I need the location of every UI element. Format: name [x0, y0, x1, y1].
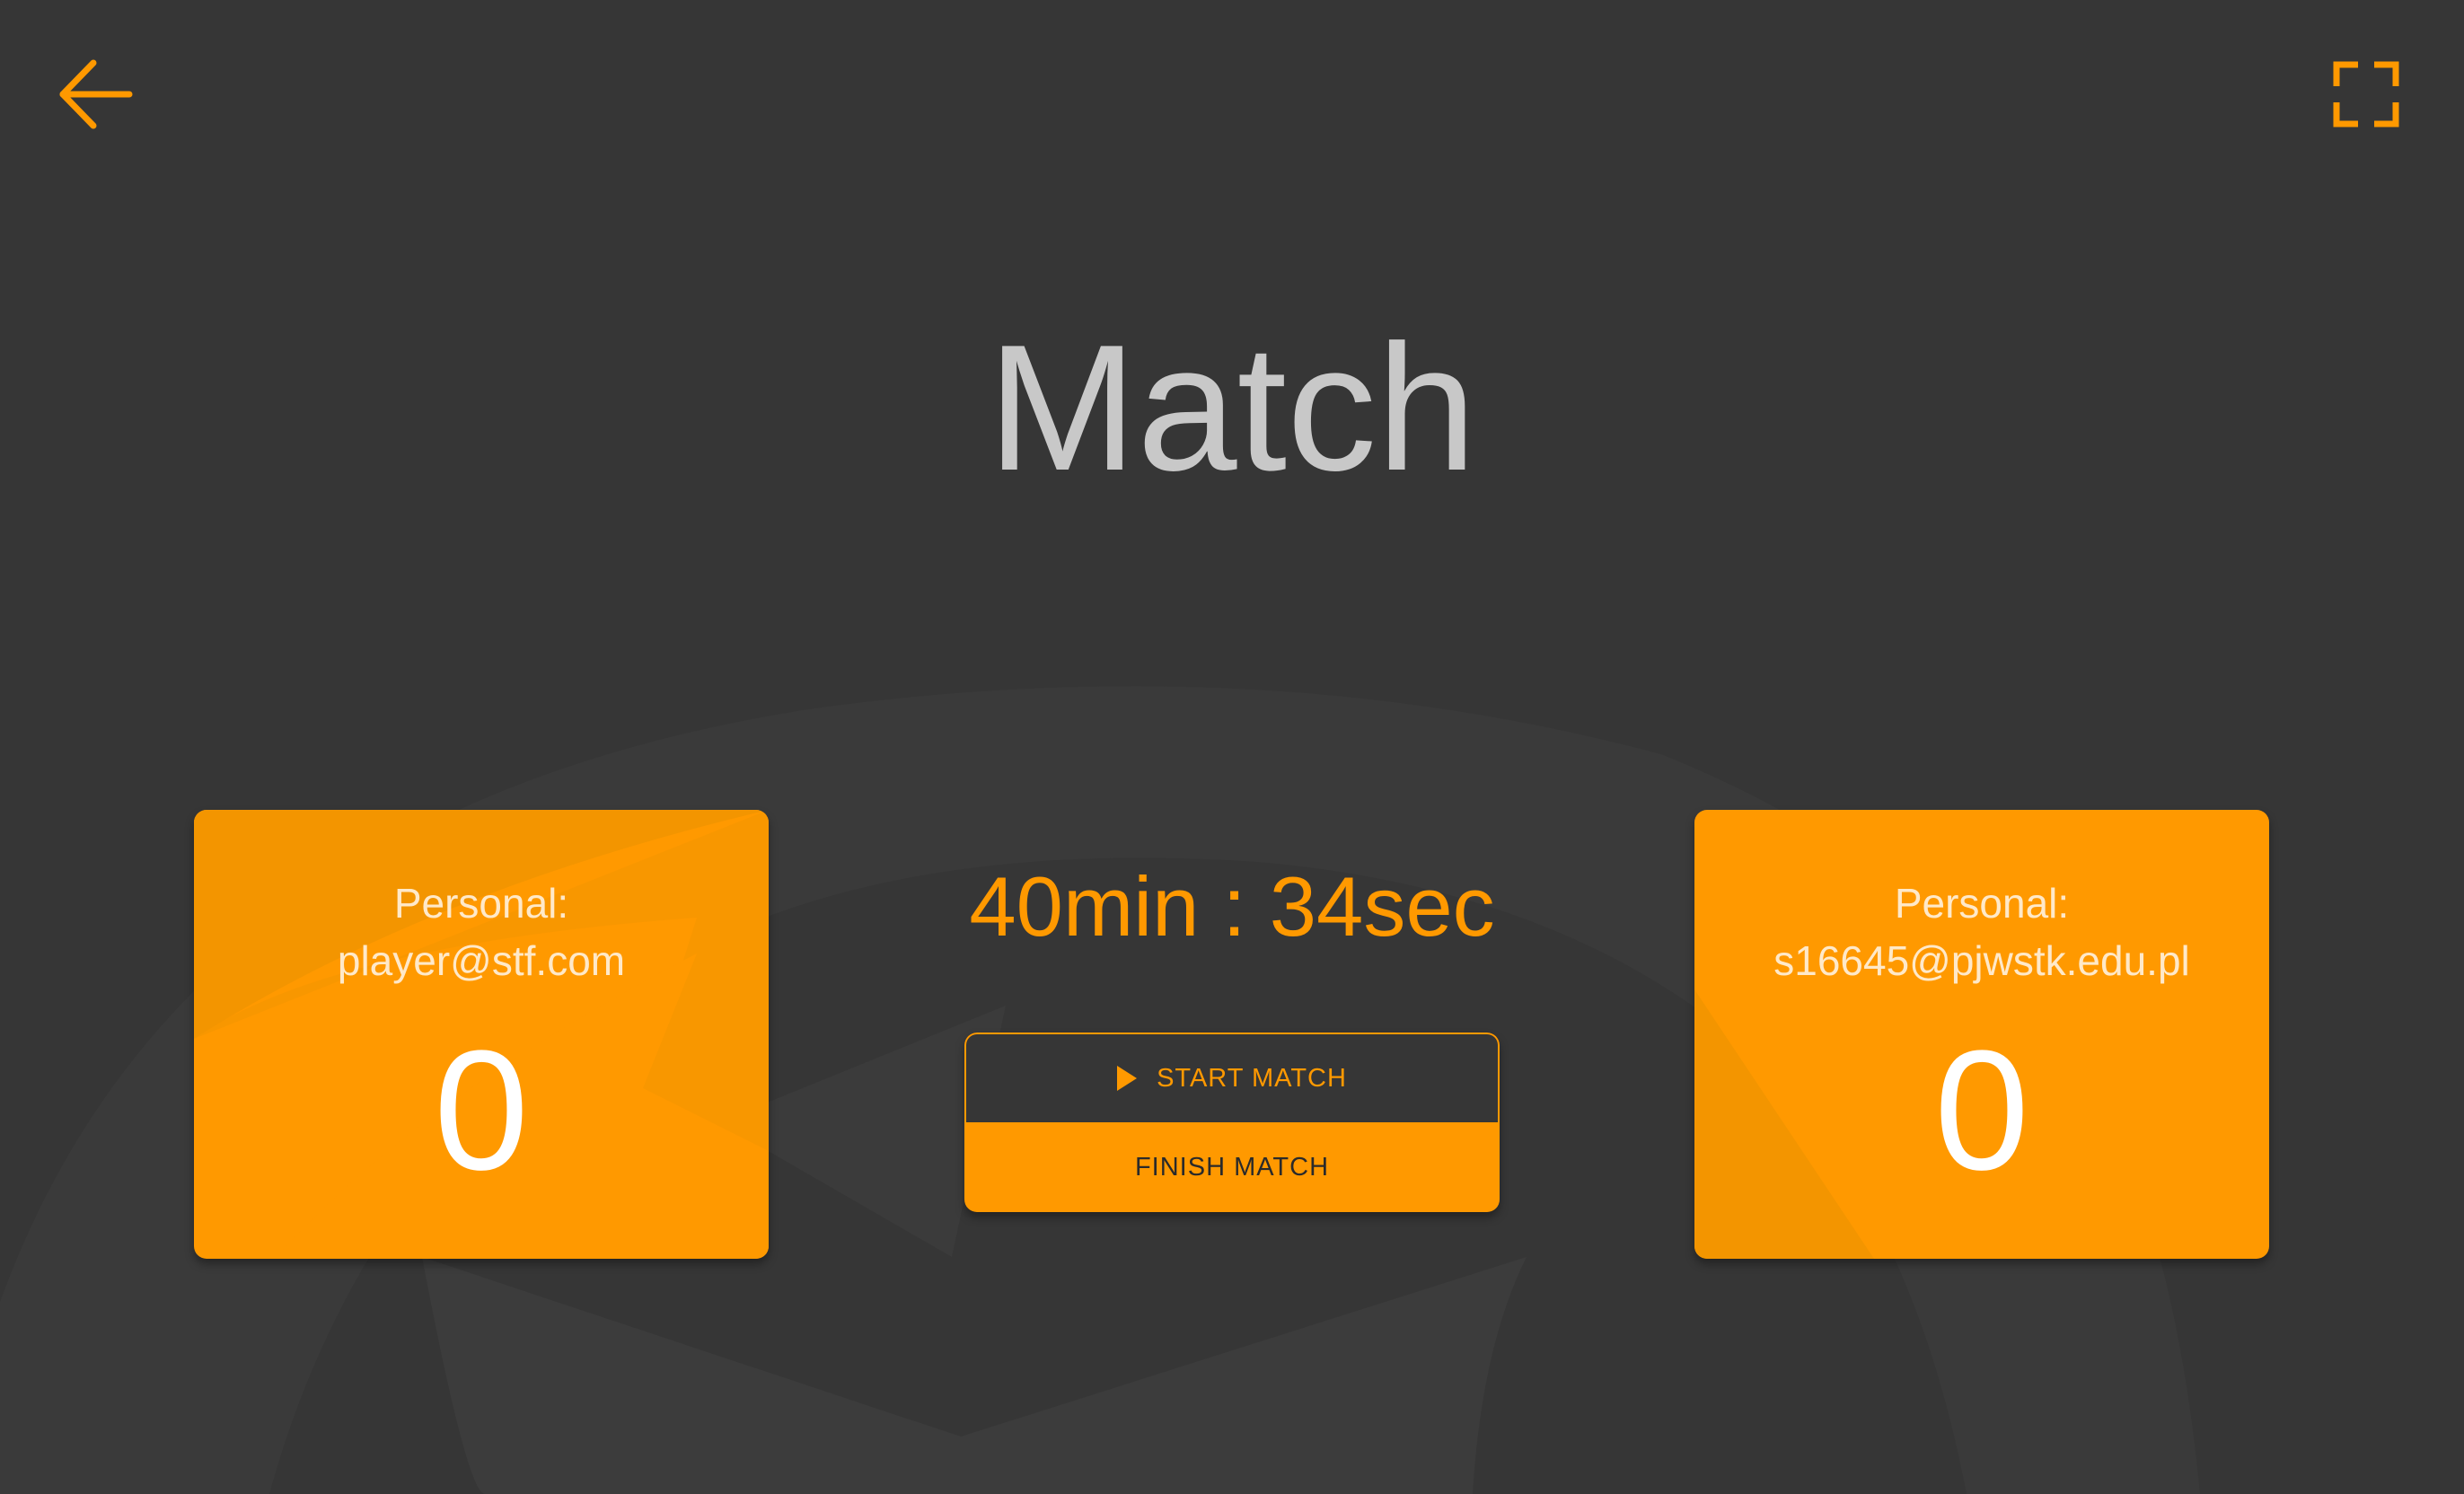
player-label: Personal: [1894, 880, 2070, 927]
background-logo [0, 686, 2200, 1494]
match-timer: 40min : 34sec [969, 859, 1495, 954]
player-score: 0 [1934, 1015, 2029, 1206]
fullscreen-icon [2333, 61, 2399, 127]
back-button[interactable] [54, 54, 135, 135]
player-label: Personal: [393, 880, 569, 927]
player-email: player@stf.com [337, 937, 626, 984]
page-title: Match [987, 308, 1477, 508]
player-score: 0 [434, 1015, 529, 1206]
finish-match-button[interactable]: FINISH MATCH [964, 1122, 1500, 1212]
match-controls: START MATCH FINISH MATCH [964, 1033, 1500, 1212]
fullscreen-button[interactable] [2326, 54, 2407, 135]
player-email: s16645@pjwstk.edu.pl [1773, 937, 2190, 984]
player-card-left[interactable]: Personal: player@stf.com 0 [194, 810, 769, 1259]
play-icon [1117, 1066, 1138, 1091]
finish-match-label: FINISH MATCH [1134, 1152, 1330, 1182]
start-match-label: START MATCH [1157, 1063, 1347, 1093]
arrow-left-icon [59, 59, 133, 129]
start-match-button[interactable]: START MATCH [964, 1033, 1500, 1122]
player-card-right[interactable]: Personal: s16645@pjwstk.edu.pl 0 [1694, 810, 2269, 1259]
